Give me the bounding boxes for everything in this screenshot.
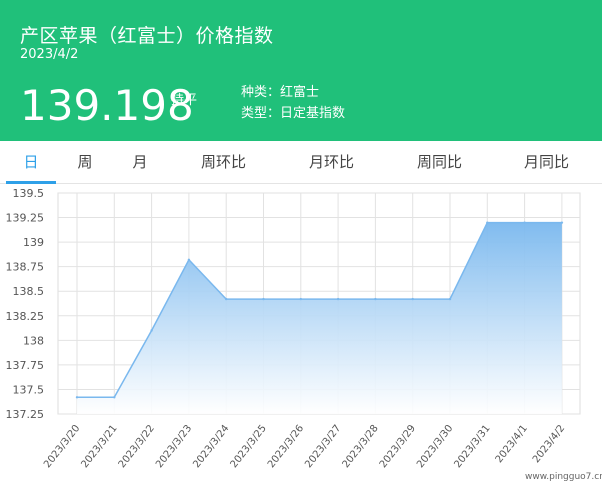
y-tick-label: 138.25 — [6, 310, 45, 323]
y-tick-label: 139 — [23, 236, 44, 249]
tab-month[interactable]: 月 — [115, 141, 165, 181]
x-tick-label: 2023/3/28 — [341, 423, 381, 470]
x-tick-label: 2023/3/31 — [452, 423, 492, 470]
variety-label: 种类：红富士 — [241, 85, 320, 100]
series-area — [77, 222, 562, 414]
data-point — [113, 396, 116, 399]
x-tick-label: 2023/3/25 — [229, 423, 269, 470]
tab-month-over-month[interactable]: 月环比 — [294, 141, 369, 181]
data-point — [374, 297, 377, 301]
y-tick-label: 139.5 — [13, 187, 45, 200]
data-point — [411, 297, 414, 301]
summary-header: 产区苹果（红富士）价格指数 2023/4/2 139.198 持平 种类：红富士… — [0, 0, 602, 141]
tab-week-over-week[interactable]: 周环比 — [186, 141, 261, 181]
data-point — [486, 221, 489, 224]
y-tick-label: 137.25 — [6, 408, 45, 421]
data-point — [560, 221, 564, 224]
watermark: www.pingguo7.cn — [525, 472, 602, 482]
x-tick-label: 2023/4/1 — [494, 423, 530, 465]
x-tick-label: 2023/3/27 — [303, 423, 343, 470]
tab-month-year-over-year[interactable]: 月同比 — [509, 141, 584, 181]
x-tick-label: 2023/3/29 — [378, 423, 418, 470]
tab-week-year-over-year[interactable]: 周同比 — [402, 141, 477, 181]
tab-day[interactable]: 日 — [6, 141, 56, 184]
current-price: 139.198 — [20, 81, 194, 130]
data-point — [523, 221, 526, 224]
x-tick-label: 2023/3/23 — [154, 423, 194, 470]
x-tick-label: 2023/3/30 — [415, 423, 455, 470]
date-label: 2023/4/2 — [20, 47, 79, 62]
y-tick-label: 137.5 — [13, 383, 45, 396]
price-index-chart: 137.25 137.5 137.75 138 138.25 138.5 138.75 139… — [6, 187, 581, 470]
y-tick-label: 137.75 — [6, 359, 45, 372]
data-point — [187, 258, 191, 261]
page-title: 产区苹果（红富士）价格指数 — [20, 25, 274, 47]
x-tick-label: 2023/3/26 — [266, 423, 306, 470]
period-tabs: 日 周 月 周环比 月环比 周同比 月同比 — [0, 141, 602, 184]
data-point — [75, 396, 79, 399]
y-tick-label: 138.5 — [13, 285, 45, 298]
x-tick-label: 2023/4/2 — [531, 423, 567, 465]
data-point — [150, 329, 153, 332]
y-tick-label: 138.75 — [6, 261, 45, 274]
trend-label: 持平 — [171, 93, 198, 108]
y-tick-label: 138 — [23, 334, 44, 347]
y-tick-label: 139.25 — [6, 212, 45, 225]
data-point — [299, 297, 302, 301]
tab-week[interactable]: 周 — [60, 141, 110, 181]
type-label: 类型：日定基指数 — [241, 106, 346, 121]
data-point — [262, 297, 265, 301]
data-point — [336, 297, 340, 301]
x-tick-label: 2023/3/20 — [42, 423, 82, 470]
x-tick-label: 2023/3/22 — [117, 423, 157, 470]
data-point — [448, 297, 452, 301]
x-tick-label: 2023/3/24 — [191, 423, 231, 470]
data-point — [225, 297, 228, 301]
x-tick-label: 2023/3/21 — [79, 423, 119, 470]
